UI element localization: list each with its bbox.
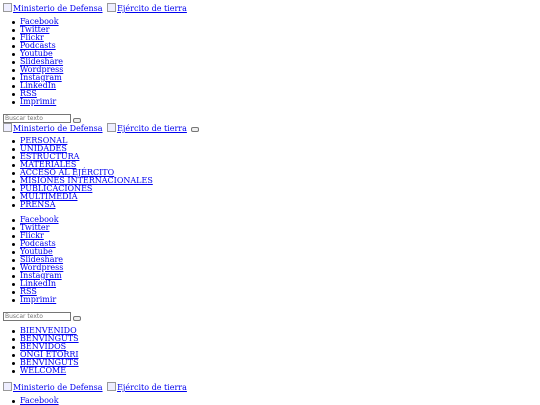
- broken-image-icon: [3, 3, 12, 12]
- ministerio-logo-alt: Ministerio de Defensa: [13, 124, 103, 133]
- ministerio-logo-link[interactable]: Ministerio de Defensa: [3, 382, 103, 392]
- language-list: BIENVENIDO BENVINGUTS BENVIDOS ONGI ETOR…: [3, 327, 79, 375]
- ejercito-logo-alt: Ejército de tierra: [117, 124, 187, 133]
- broken-image-icon: [3, 382, 12, 391]
- ministerio-logo-link[interactable]: Ministerio de Defensa: [3, 3, 103, 13]
- broken-image-icon: [107, 123, 117, 132]
- search-bar-2: [3, 312, 81, 321]
- print-link[interactable]: Imprimir: [20, 295, 56, 304]
- ministerio-logo-link[interactable]: Ministerio de Defensa: [3, 123, 103, 133]
- search-input[interactable]: [3, 312, 71, 321]
- nav-prensa[interactable]: PRENSA: [20, 200, 56, 209]
- ejercito-logo-link[interactable]: Ejército de tierra: [107, 3, 187, 13]
- menu-toggle-button[interactable]: [190, 127, 199, 132]
- social-link-facebook[interactable]: Facebook: [20, 396, 59, 405]
- main-nav: PERSONAL UNIDADES ESTRUCTURA MATERIALES …: [3, 137, 153, 209]
- social-links-list-2: Facebook Twitter Flickr Podcasts Youtube…: [3, 216, 63, 304]
- list-item: Imprimir: [3, 296, 63, 304]
- list-item: PRENSA: [3, 201, 153, 209]
- broken-image-icon: [107, 3, 117, 12]
- ejercito-logo-alt: Ejército de tierra: [117, 383, 187, 392]
- ejercito-logo-link[interactable]: Ejército de tierra: [107, 382, 187, 392]
- header-logos: Ministerio de Defensa Ejército de tierra: [3, 3, 189, 13]
- list-item: Imprimir: [3, 98, 63, 106]
- lang-en[interactable]: WELCOME: [20, 366, 66, 375]
- broken-image-icon: [3, 123, 12, 132]
- print-link[interactable]: Imprimir: [20, 97, 56, 106]
- ministerio-logo-alt: Ministerio de Defensa: [13, 4, 103, 13]
- nav-logos: Ministerio de Defensa Ejército de tierra: [3, 123, 199, 133]
- ministerio-logo-alt: Ministerio de Defensa: [13, 383, 103, 392]
- footer-social-list: Facebook: [3, 397, 59, 405]
- broken-image-icon: [107, 382, 117, 391]
- search-bar: [3, 114, 81, 123]
- list-item: Facebook: [3, 397, 59, 405]
- list-item: WELCOME: [3, 367, 79, 375]
- social-links-list: Facebook Twitter Flickr Podcasts Youtube…: [3, 18, 63, 106]
- search-input[interactable]: [3, 114, 71, 123]
- ejercito-logo-link[interactable]: Ejército de tierra: [107, 123, 187, 133]
- footer-logos: Ministerio de Defensa Ejército de tierra: [3, 382, 189, 392]
- ejercito-logo-alt: Ejército de tierra: [117, 4, 187, 13]
- search-button[interactable]: [73, 316, 81, 321]
